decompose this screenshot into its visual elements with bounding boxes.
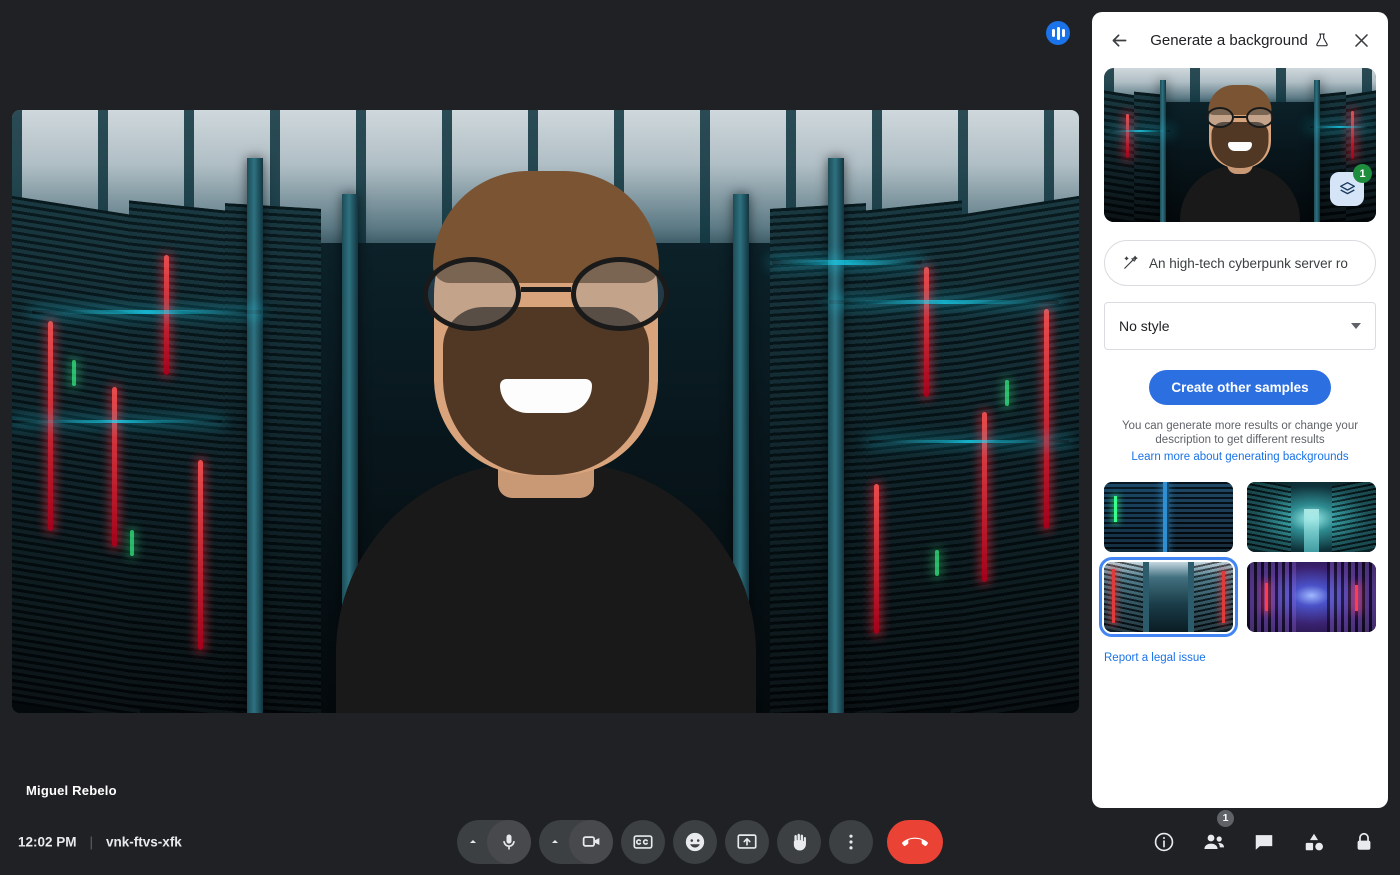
bottom-toolbar: 12:02 PM | vnk-ftvs-xfk 1	[0, 808, 1400, 875]
report-legal-issue-link[interactable]: Report a legal issue	[1104, 652, 1376, 664]
people-count-badge: 1	[1217, 809, 1234, 827]
meeting-details-button[interactable]	[1144, 822, 1184, 862]
meta-separator: |	[89, 834, 94, 849]
present-screen-icon[interactable]	[725, 819, 769, 864]
host-controls-button[interactable]	[1344, 822, 1384, 862]
sample-thumbnail-2[interactable]	[1247, 482, 1376, 553]
closed-captions-icon[interactable]	[621, 819, 665, 864]
call-controls	[457, 819, 943, 864]
sample-thumbnail-1[interactable]	[1104, 482, 1233, 553]
panel-body: 1 An high-tech cyberpunk server ro No st…	[1092, 68, 1388, 808]
activities-button[interactable]	[1294, 822, 1334, 862]
people-button[interactable]: 1	[1194, 809, 1234, 862]
helper-line-1: You can generate more results or change …	[1121, 420, 1359, 432]
sample-thumbnail-3[interactable]	[1099, 557, 1238, 638]
prompt-value[interactable]: An high-tech cyberpunk server ro	[1149, 256, 1348, 271]
layers-count-badge: 1	[1353, 164, 1372, 183]
current-time: 12:02 PM	[18, 834, 77, 849]
video-stage: Miguel Rebelo	[0, 0, 1090, 815]
sample-thumbnail-4[interactable]	[1247, 562, 1376, 633]
chevron-down-icon[interactable]	[1351, 323, 1361, 329]
generate-background-panel: Generate a background 1 An high-tech cyb…	[1092, 12, 1388, 808]
chevron-up-icon[interactable]	[459, 820, 487, 864]
helper-line-2: description to get different results	[1155, 434, 1325, 447]
participant-silhouette	[335, 153, 756, 713]
flask-lab-icon	[1314, 32, 1330, 48]
arrow-left-icon[interactable]	[1102, 23, 1136, 57]
close-x-icon[interactable]	[1344, 23, 1378, 57]
self-video-tile[interactable]	[12, 110, 1079, 713]
learn-more-link[interactable]: Learn more about generating backgrounds	[1104, 450, 1376, 464]
background-preview[interactable]: 1	[1104, 68, 1376, 222]
mic-control-group[interactable]	[457, 819, 531, 864]
raised-hand-icon[interactable]	[777, 819, 821, 864]
microphone-icon[interactable]	[487, 819, 531, 864]
right-toolbar: 1	[1144, 809, 1384, 862]
chat-button[interactable]	[1244, 822, 1284, 862]
panel-header: Generate a background	[1092, 12, 1388, 68]
panel-title-row: Generate a background	[1136, 32, 1344, 49]
camera-control-group[interactable]	[539, 819, 613, 864]
google-meet-window: Miguel Rebelo 12:02 PM | vnk-ftvs-xfk 1 …	[0, 0, 1400, 875]
participant-name-label: Miguel Rebelo	[26, 783, 117, 798]
emoji-smiley-icon[interactable]	[673, 819, 717, 864]
meeting-code[interactable]: vnk-ftvs-xfk	[106, 834, 182, 849]
chevron-up-icon[interactable]	[541, 820, 569, 864]
magic-wand-sparkle-icon	[1121, 254, 1139, 272]
helper-text: You can generate more results or change …	[1104, 419, 1376, 464]
three-dots-vertical-icon[interactable]	[829, 819, 873, 864]
style-select[interactable]: No style	[1104, 302, 1376, 350]
style-select-value: No style	[1119, 318, 1170, 334]
sample-thumbnail-grid	[1099, 482, 1376, 638]
meeting-meta: 12:02 PM | vnk-ftvs-xfk	[18, 834, 182, 849]
panel-title: Generate a background	[1150, 31, 1308, 49]
video-camera-icon[interactable]	[569, 819, 613, 864]
layers-stack-icon[interactable]: 1	[1330, 164, 1372, 206]
create-samples-row: Create other samples	[1104, 370, 1376, 405]
prompt-input[interactable]: An high-tech cyberpunk server ro	[1104, 240, 1376, 286]
create-other-samples-button[interactable]: Create other samples	[1149, 370, 1331, 405]
end-call-phone-icon[interactable]	[887, 819, 943, 864]
audio-activity-icon	[1046, 21, 1070, 45]
